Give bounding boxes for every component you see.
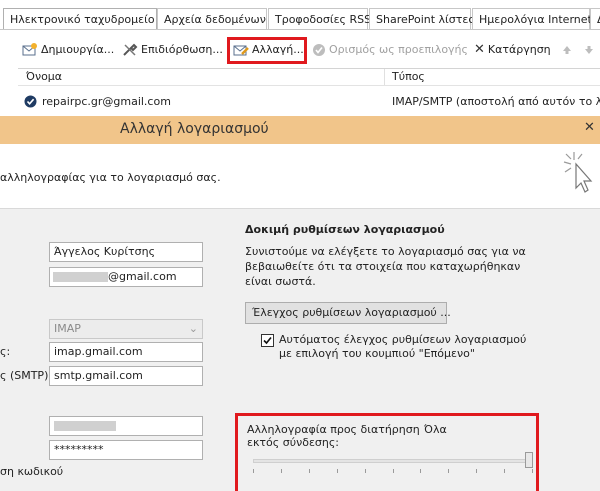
tab-more[interactable]: Δ bbox=[590, 8, 600, 29]
wrench-icon bbox=[123, 43, 138, 56]
account-name: repairpc.gr@gmail.com bbox=[42, 95, 171, 108]
incoming-server-label: ς: bbox=[0, 345, 11, 358]
new-account-icon bbox=[22, 43, 37, 56]
remember-password-label: ση κωδικού bbox=[0, 465, 64, 478]
test-settings-heading: Δοκιμή ρυθμίσεων λογαριασμού bbox=[245, 223, 445, 236]
redacted-username bbox=[54, 421, 116, 431]
repair-button[interactable]: Επιδιόρθωση... bbox=[122, 41, 223, 59]
tab-rss-feeds[interactable]: Τροφοδοσίες RSS bbox=[268, 8, 371, 29]
account-type-select: IMAP ⌄ bbox=[49, 319, 203, 339]
tab-email[interactable]: Ηλεκτρονικό ταχυδρομείο bbox=[3, 8, 157, 30]
default-account-check-icon bbox=[24, 95, 37, 108]
change-button-highlight bbox=[227, 37, 307, 64]
tab-internet-calendars[interactable]: Ημερολόγια Internet bbox=[472, 8, 592, 29]
arrow-up-icon bbox=[563, 46, 571, 54]
check-circle-icon bbox=[313, 44, 325, 56]
remove-button[interactable]: ✕ Κατάργηση bbox=[474, 41, 551, 59]
set-default-button[interactable]: Ορισμός ως προεπιλογής bbox=[312, 41, 468, 59]
auto-check-checkbox[interactable] bbox=[261, 334, 274, 347]
account-list-header: Όνομα Τύπος bbox=[18, 68, 600, 86]
test-account-settings-button[interactable]: Έλεγχος ρυθμίσεων λογαριασμού ... bbox=[245, 302, 451, 324]
dialog-header: αλληλογραφίας για το λογαριασμό σας. bbox=[0, 144, 600, 209]
dialog-subtitle: αλληλογραφίας για το λογαριασμό σας. bbox=[0, 171, 221, 184]
move-up-button[interactable] bbox=[562, 41, 572, 59]
incoming-server-field[interactable]: imap.gmail.com bbox=[49, 342, 203, 362]
checkmark-icon bbox=[263, 336, 272, 345]
tab-sharepoint-lists[interactable]: SharePoint λίστες bbox=[369, 8, 475, 29]
dialog-title-bar: Αλλαγή λογαριασμού ✕ bbox=[0, 116, 600, 144]
username-field[interactable] bbox=[49, 416, 203, 436]
column-name[interactable]: Όνομα bbox=[26, 70, 62, 83]
account-type: IMAP/SMTP (αποστολή από αυτόν το λογ bbox=[392, 95, 600, 108]
offline-setting-highlight bbox=[235, 413, 539, 491]
auto-check-label: Αυτόματος έλεγχος ρυθμίσεων λογαριασμού … bbox=[279, 333, 527, 360]
mouse-pointer-icon bbox=[563, 152, 593, 193]
tab-data-files[interactable]: Αρχεία δεδομένων bbox=[157, 8, 267, 29]
tab-strip: Ηλεκτρονικό ταχυδρομείο Αρχεία δεδομένων… bbox=[0, 8, 600, 30]
chevron-down-icon: ⌄ bbox=[188, 322, 198, 335]
test-settings-description: Συνιστούμε να ελέγξετε το λογαριασμό σας… bbox=[245, 245, 526, 288]
account-row[interactable]: repairpc.gr@gmail.com IMAP/SMTP (αποστολ… bbox=[18, 92, 600, 112]
arrow-down-icon bbox=[585, 46, 593, 54]
close-x-icon: ✕ bbox=[474, 42, 485, 57]
close-icon[interactable]: ✕ bbox=[584, 120, 595, 135]
outgoing-server-field[interactable]: smtp.gmail.com bbox=[49, 366, 203, 386]
tab-divider bbox=[0, 29, 600, 30]
outgoing-server-label: ς (SMTP): bbox=[0, 369, 53, 382]
move-down-button[interactable] bbox=[584, 41, 594, 59]
password-field[interactable]: ********* bbox=[49, 440, 203, 460]
email-field[interactable]: @gmail.com bbox=[49, 267, 203, 287]
redacted-email-user bbox=[53, 272, 108, 282]
name-field[interactable]: Άγγελος Κυρίτσης bbox=[49, 242, 203, 262]
dialog-title: Αλλαγή λογαριασμού bbox=[120, 121, 269, 137]
new-account-button[interactable]: Δημιουργία... bbox=[22, 41, 114, 59]
column-type[interactable]: Τύπος bbox=[392, 70, 425, 83]
